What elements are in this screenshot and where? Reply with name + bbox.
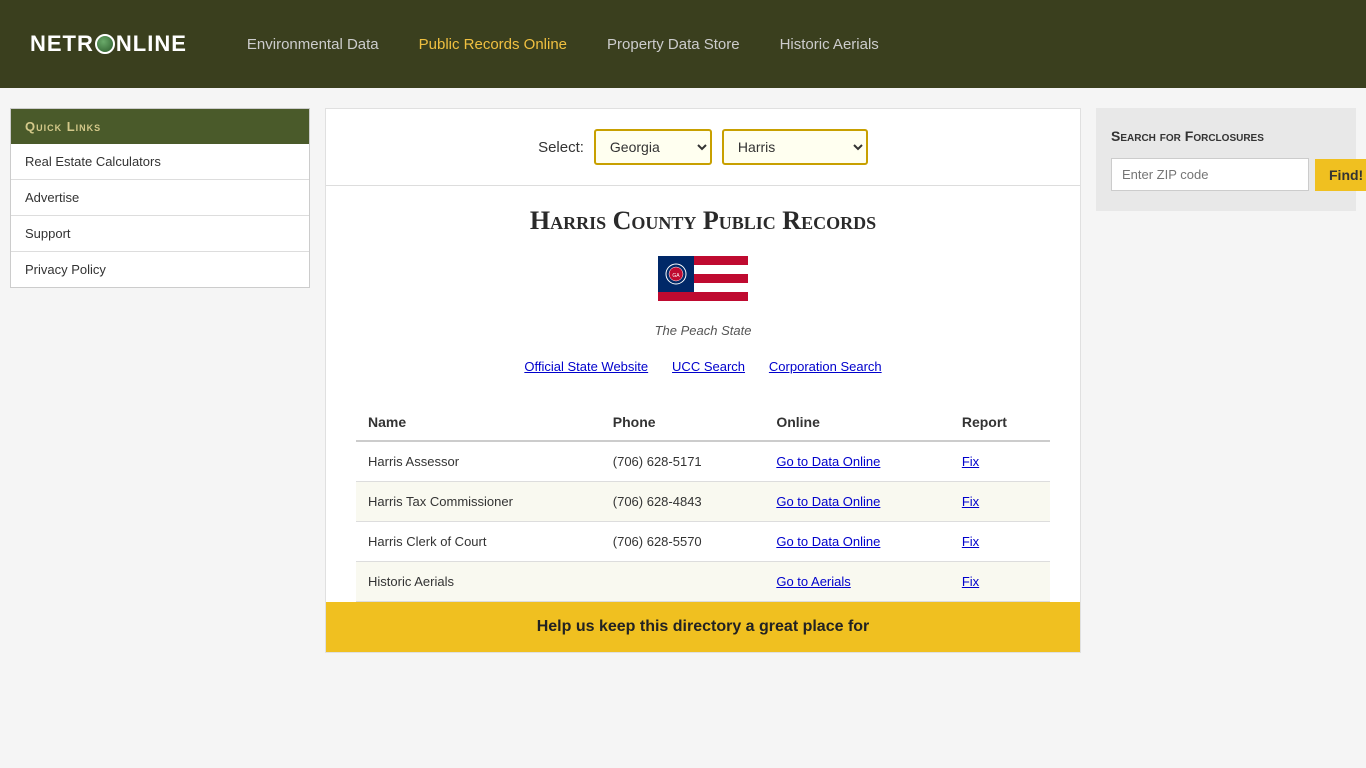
cell-report[interactable]: Fix: [950, 562, 1050, 602]
foreclosure-title: Search for Forclosures: [1111, 128, 1341, 144]
cell-report[interactable]: Fix: [950, 482, 1050, 522]
county-content: Harris County Public Records ★: [326, 186, 1080, 602]
sidebar-support[interactable]: Support: [11, 216, 309, 252]
cell-report[interactable]: Fix: [950, 522, 1050, 562]
foreclosure-form-row: Find!: [1111, 158, 1341, 191]
link-official-state[interactable]: Official State Website: [524, 359, 648, 374]
col-online: Online: [764, 404, 950, 441]
left-sidebar: Quick Links Real Estate Calculators Adve…: [10, 108, 310, 288]
cell-online[interactable]: Go to Data Online: [764, 522, 950, 562]
table-row: Harris Clerk of Court (706) 628-5570 Go …: [356, 522, 1050, 562]
online-link[interactable]: Go to Data Online: [776, 454, 880, 469]
select-label: Select:: [538, 139, 584, 156]
site-logo[interactable]: NETR NLINE: [30, 31, 187, 57]
county-title: Harris County Public Records: [356, 206, 1050, 236]
cell-phone: (706) 628-5171: [601, 441, 765, 482]
cell-phone: (706) 628-4843: [601, 482, 765, 522]
nav-public-records[interactable]: Public Records Online: [419, 36, 567, 53]
table-row: Harris Tax Commissioner (706) 628-4843 G…: [356, 482, 1050, 522]
zip-input[interactable]: [1111, 158, 1309, 191]
state-flag-container: ★ GA: [356, 256, 1050, 317]
globe-icon: [95, 34, 115, 54]
cell-online[interactable]: Go to Data Online: [764, 441, 950, 482]
cell-name: Harris Assessor: [356, 441, 601, 482]
online-link[interactable]: Go to Data Online: [776, 534, 880, 549]
svg-text:GA: GA: [672, 273, 680, 279]
cell-name: Historic Aerials: [356, 562, 601, 602]
report-link[interactable]: Fix: [962, 534, 979, 549]
foreclosure-box: Search for Forclosures Find!: [1096, 108, 1356, 211]
link-ucc-search[interactable]: UCC Search: [672, 359, 745, 374]
sidebar-advertise[interactable]: Advertise: [11, 180, 309, 216]
cell-online[interactable]: Go to Aerials: [764, 562, 950, 602]
cell-name: Harris Clerk of Court: [356, 522, 601, 562]
online-link[interactable]: Go to Aerials: [776, 574, 850, 589]
cell-report[interactable]: Fix: [950, 441, 1050, 482]
cell-phone: [601, 562, 765, 602]
sidebar-real-estate[interactable]: Real Estate Calculators: [11, 144, 309, 180]
center-column: Select: Georgia Alabama Florida Harris O…: [325, 108, 1081, 653]
find-button[interactable]: Find!: [1315, 159, 1366, 191]
cell-online[interactable]: Go to Data Online: [764, 482, 950, 522]
body-row: Quick Links Real Estate Calculators Adve…: [0, 88, 1366, 673]
col-report: Report: [950, 404, 1050, 441]
cell-name: Harris Tax Commissioner: [356, 482, 601, 522]
nav-environmental[interactable]: Environmental Data: [247, 36, 379, 53]
report-link[interactable]: Fix: [962, 574, 979, 589]
sidebar-privacy[interactable]: Privacy Policy: [11, 252, 309, 287]
report-link[interactable]: Fix: [962, 454, 979, 469]
nav-property-data[interactable]: Property Data Store: [607, 36, 740, 53]
logo-text-before: NETR: [30, 31, 94, 56]
nav-historic-aerials[interactable]: Historic Aerials: [780, 36, 879, 53]
table-row: Harris Assessor (706) 628-5171 Go to Dat…: [356, 441, 1050, 482]
select-bar: Select: Georgia Alabama Florida Harris O…: [326, 109, 1080, 186]
site-header: NETR NLINE Environmental Data Public Reco…: [0, 0, 1366, 88]
logo-text-after: NLINE: [116, 31, 187, 56]
quick-links-title: Quick Links: [11, 109, 309, 144]
state-select[interactable]: Georgia Alabama Florida: [594, 129, 712, 165]
col-phone: Phone: [601, 404, 765, 441]
state-flag-image: ★ GA: [658, 256, 748, 314]
bottom-banner: Help us keep this directory a great plac…: [326, 602, 1080, 652]
county-select[interactable]: Harris Other County: [722, 129, 868, 165]
online-link[interactable]: Go to Data Online: [776, 494, 880, 509]
bottom-banner-text: Help us keep this directory a great plac…: [537, 618, 870, 635]
state-caption: The Peach State: [356, 323, 1050, 338]
report-link[interactable]: Fix: [962, 494, 979, 509]
main-nav: Environmental Data Public Records Online…: [247, 36, 879, 53]
col-name: Name: [356, 404, 601, 441]
cell-phone: (706) 628-5570: [601, 522, 765, 562]
state-links: Official State Website UCC Search Corpor…: [356, 358, 1050, 374]
right-sidebar: Search for Forclosures Find!: [1096, 108, 1356, 211]
link-corporation-search[interactable]: Corporation Search: [769, 359, 882, 374]
quick-links-box: Quick Links Real Estate Calculators Adve…: [10, 108, 310, 288]
records-table: Name Phone Online Report Harris Assessor…: [356, 404, 1050, 602]
table-row: Historic Aerials Go to Aerials Fix: [356, 562, 1050, 602]
